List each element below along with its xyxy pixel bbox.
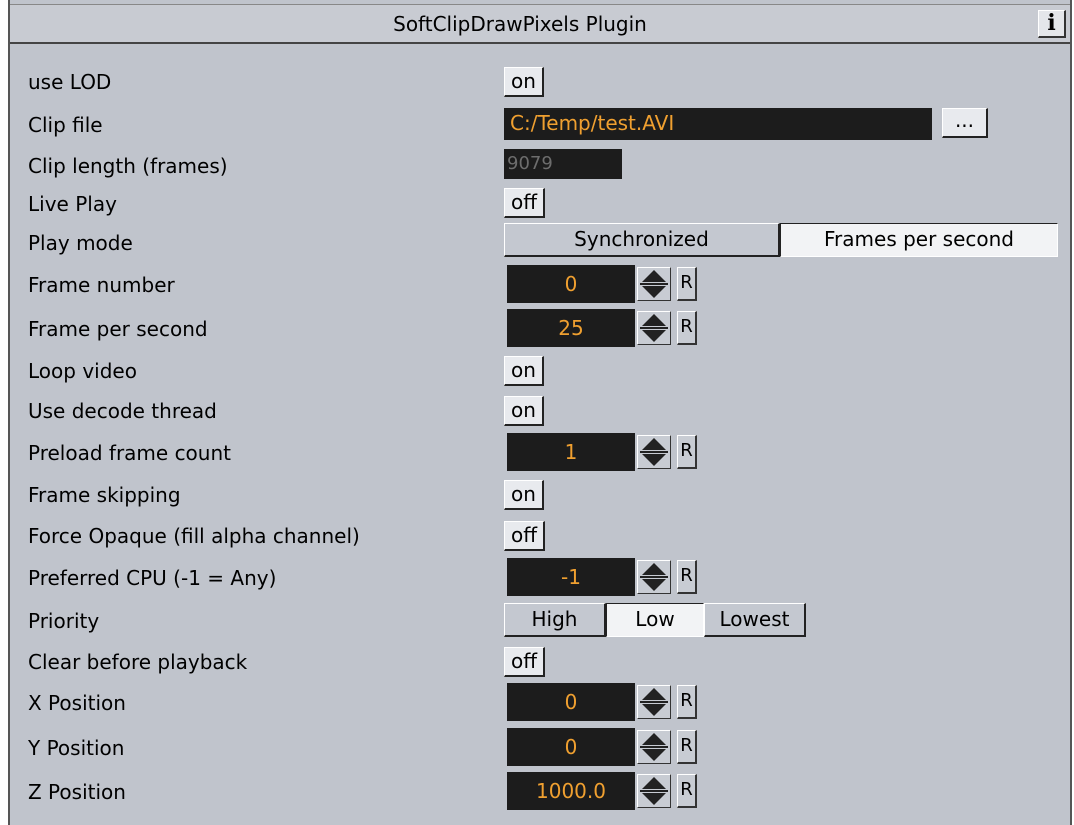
preload-frame-count-stepper[interactable] <box>637 435 671 469</box>
frame-per-second-input[interactable]: 25 <box>507 309 635 347</box>
label-z-position: Z Position <box>28 780 126 804</box>
frame-per-second-stepper[interactable] <box>637 311 671 345</box>
arrow-down-icon <box>642 579 666 591</box>
frame-number-reset-button[interactable]: R <box>677 267 697 301</box>
arrow-up-icon <box>642 438 666 450</box>
plugin-panel: SoftClipDrawPixels Plugin i use LOD on C… <box>8 0 1072 825</box>
clip-length-field: 9079 <box>504 149 622 179</box>
label-frame-skipping: Frame skipping <box>28 483 181 507</box>
arrow-up-icon <box>642 688 666 700</box>
preferred-cpu-reset-button[interactable]: R <box>677 560 697 594</box>
x-position-reset-button[interactable]: R <box>677 685 697 719</box>
preload-frame-count-reset-button[interactable]: R <box>677 435 697 469</box>
label-use-decode-thread: Use decode thread <box>28 399 217 423</box>
label-clip-file: Clip file <box>28 113 103 137</box>
label-clear-before-playback: Clear before playback <box>28 650 248 674</box>
label-priority: Priority <box>28 609 100 633</box>
use-decode-thread-toggle[interactable]: on <box>504 396 544 426</box>
label-use-lod: use LOD <box>28 70 112 94</box>
loop-video-toggle[interactable]: on <box>504 356 544 386</box>
arrow-down-icon <box>642 330 666 342</box>
label-live-play: Live Play <box>28 192 117 216</box>
clip-file-input[interactable]: C:/Temp/test.AVI <box>504 108 932 140</box>
y-position-input[interactable]: 0 <box>507 728 635 766</box>
info-button[interactable]: i <box>1038 10 1066 38</box>
panel-title: SoftClipDrawPixels Plugin <box>393 12 647 36</box>
use-lod-toggle[interactable]: on <box>504 67 544 97</box>
frame-skipping-toggle[interactable]: on <box>504 480 544 510</box>
play-mode-frames-per-second[interactable]: Frames per second <box>780 223 1058 257</box>
priority-high[interactable]: High <box>504 603 606 637</box>
arrow-up-icon <box>642 563 666 575</box>
label-loop-video: Loop video <box>28 359 137 383</box>
label-preferred-cpu: Preferred CPU (-1 = Any) <box>28 566 277 590</box>
z-position-reset-button[interactable]: R <box>677 774 697 808</box>
arrow-down-icon <box>642 704 666 716</box>
preload-frame-count-input[interactable]: 1 <box>507 433 635 471</box>
label-frame-per-second: Frame per second <box>28 317 208 341</box>
force-opaque-toggle[interactable]: off <box>504 521 546 551</box>
preferred-cpu-input[interactable]: -1 <box>507 558 635 596</box>
preferred-cpu-stepper[interactable] <box>637 560 671 594</box>
label-preload-frame-count: Preload frame count <box>28 441 231 465</box>
label-x-position: X Position <box>28 691 126 715</box>
arrow-up-icon <box>642 733 666 745</box>
arrow-down-icon <box>642 286 666 298</box>
arrow-down-icon <box>642 454 666 466</box>
label-force-opaque: Force Opaque (fill alpha channel) <box>28 524 360 548</box>
label-play-mode: Play mode <box>28 231 133 255</box>
play-mode-synchronized[interactable]: Synchronized <box>504 223 780 257</box>
label-clip-length: Clip length (frames) <box>28 154 228 178</box>
y-position-reset-button[interactable]: R <box>677 730 697 764</box>
arrow-up-icon <box>642 777 666 789</box>
live-play-toggle[interactable]: off <box>504 188 546 218</box>
frame-number-input[interactable]: 0 <box>507 265 635 303</box>
label-frame-number: Frame number <box>28 273 175 297</box>
clear-before-playback-toggle[interactable]: off <box>504 647 546 677</box>
arrow-down-icon <box>642 749 666 761</box>
arrow-down-icon <box>642 793 666 805</box>
priority-lowest[interactable]: Lowest <box>704 603 806 637</box>
title-bar: SoftClipDrawPixels Plugin i <box>10 4 1070 44</box>
label-y-position: Y Position <box>28 736 125 760</box>
arrow-up-icon <box>642 270 666 282</box>
x-position-input[interactable]: 0 <box>507 683 635 721</box>
z-position-stepper[interactable] <box>637 774 671 808</box>
priority-low[interactable]: Low <box>606 603 704 637</box>
frame-number-stepper[interactable] <box>637 267 671 301</box>
y-position-stepper[interactable] <box>637 730 671 764</box>
browse-button[interactable]: ... <box>942 108 988 138</box>
frame-per-second-reset-button[interactable]: R <box>677 311 697 345</box>
x-position-stepper[interactable] <box>637 685 671 719</box>
z-position-input[interactable]: 1000.0 <box>507 772 635 810</box>
arrow-up-icon <box>642 314 666 326</box>
